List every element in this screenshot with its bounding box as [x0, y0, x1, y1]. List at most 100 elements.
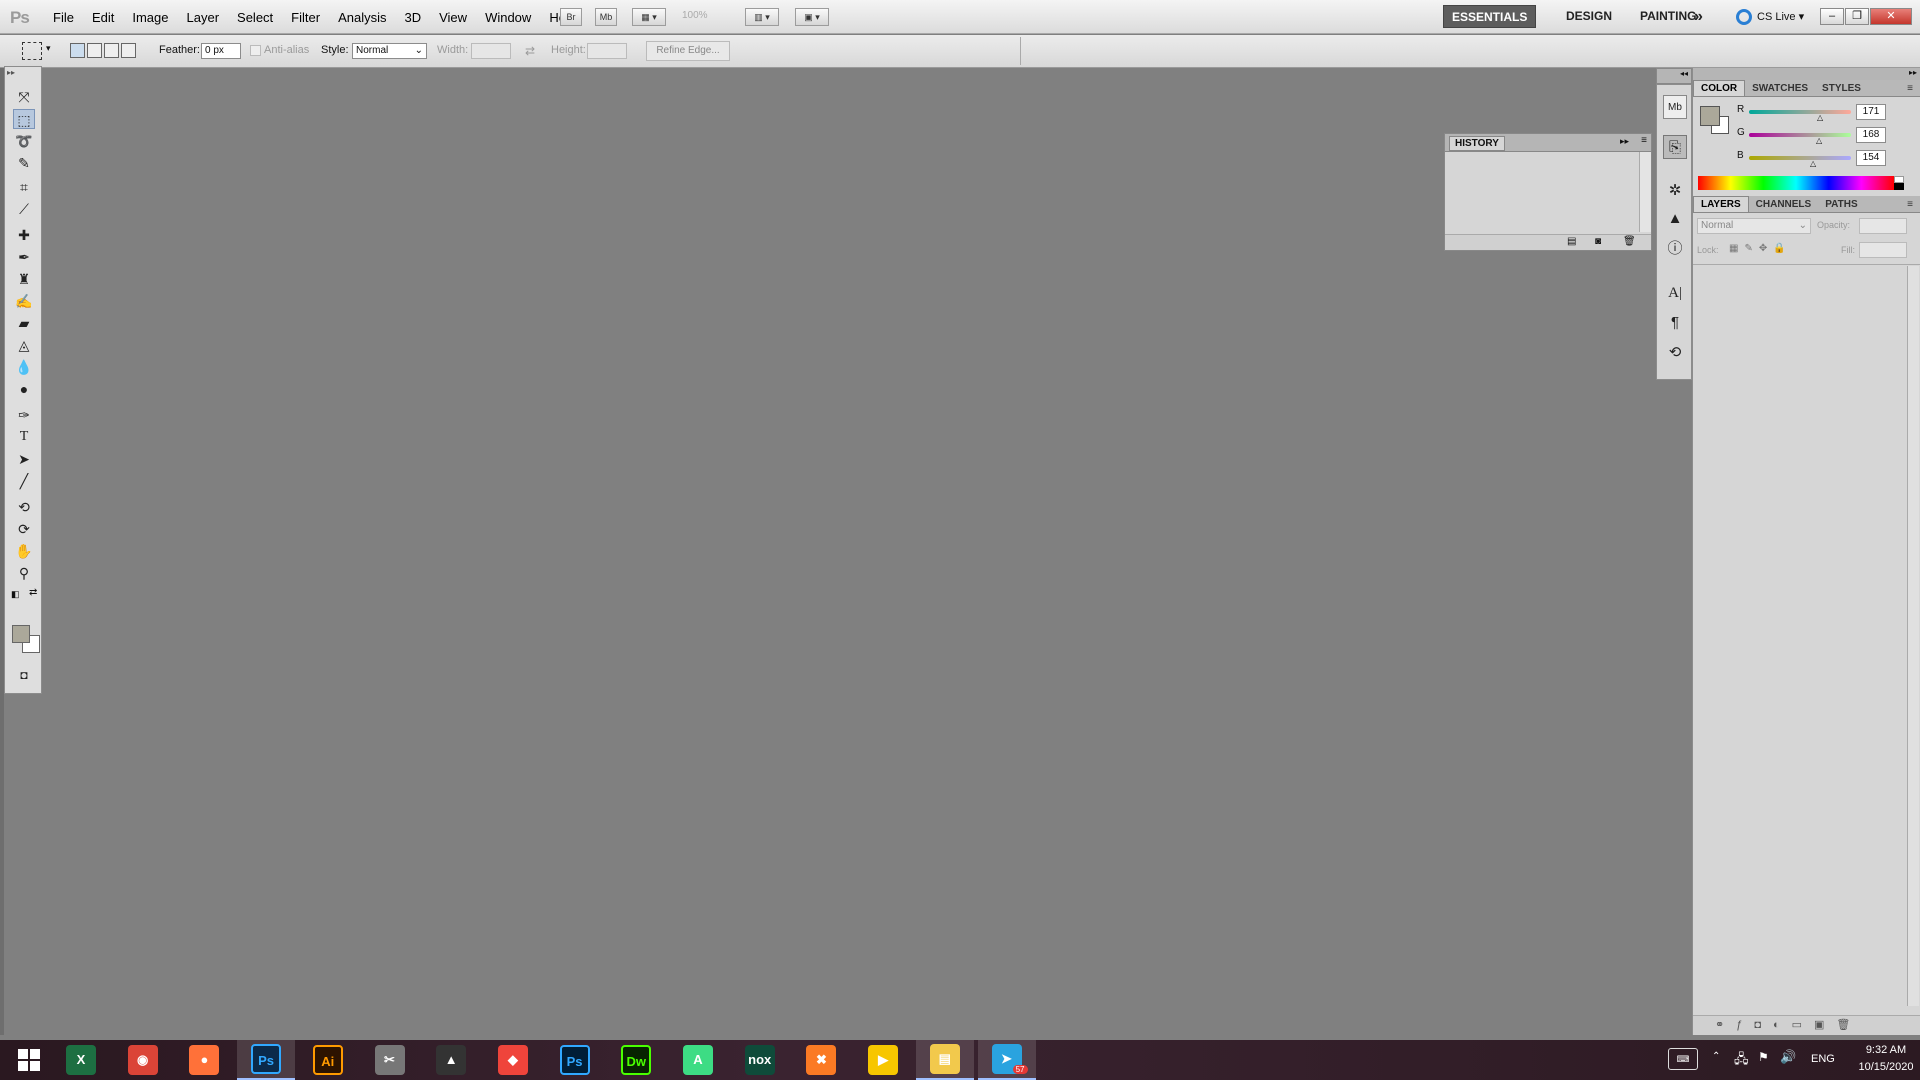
menu-file[interactable]: File	[44, 10, 83, 25]
layers-footer-icons[interactable]: ⚭ƒ◘◐▭▣🗑	[1693, 1015, 1920, 1035]
taskbar-app-telegram[interactable]: ➤ 57	[977, 1040, 1036, 1080]
restore-button[interactable]: ❐	[1845, 8, 1869, 25]
channel-g-slider[interactable]	[1749, 133, 1851, 137]
taskbar-app-illustrator[interactable]: Ai	[299, 1040, 357, 1080]
menu-layer[interactable]: Layer	[178, 10, 229, 25]
clone-source-panel-icon[interactable]: ⟲	[1663, 341, 1687, 365]
view-extras-button[interactable]: ▦ ▾	[632, 8, 666, 26]
arrange-documents-button[interactable]: ▥ ▾	[745, 8, 779, 26]
taskbar-app-nox[interactable]: nox	[731, 1040, 789, 1080]
menu-filter[interactable]: Filter	[282, 10, 329, 25]
blur-tool-icon[interactable]: 💧	[13, 357, 35, 377]
new-document-from-state-icon[interactable]: ▤	[1567, 236, 1576, 247]
clock-time[interactable]: 9:32 AM	[1856, 1044, 1916, 1056]
delete-state-icon[interactable]: 🗑	[1623, 236, 1636, 247]
rectangular-marquee-tool-icon[interactable]: ⬚	[13, 109, 35, 129]
menu-image[interactable]: Image	[123, 10, 177, 25]
start-button[interactable]	[0, 1040, 58, 1080]
quick-selection-tool-icon[interactable]: ✎	[13, 153, 35, 173]
mini-bridge-panel-icon[interactable]: Mb	[1663, 95, 1687, 119]
network-icon[interactable]: 🖧	[1734, 1050, 1749, 1072]
opacity-input[interactable]	[1859, 218, 1907, 234]
canvas-area[interactable]	[42, 68, 1656, 1035]
new-selection-icon[interactable]	[70, 43, 85, 58]
channel-b-value[interactable]: 154	[1856, 150, 1886, 166]
channel-r-slider[interactable]	[1749, 110, 1851, 114]
dodge-tool-icon[interactable]: ●	[13, 379, 35, 399]
foreground-color-swatch[interactable]	[12, 625, 30, 643]
taskbar-app-file-explorer[interactable]: ▤	[915, 1040, 974, 1080]
menu-window[interactable]: Window	[476, 10, 540, 25]
workspace-design[interactable]: DESIGN	[1558, 5, 1620, 28]
crop-tool-icon[interactable]: ⌗	[13, 177, 35, 197]
eyedropper-tool-icon[interactable]: ⟋	[13, 199, 35, 219]
screen-mode-button[interactable]: ▣ ▾	[795, 8, 829, 26]
eraser-tool-icon[interactable]: ▰	[13, 313, 35, 333]
panel-group-header[interactable]: ▸▸	[1692, 68, 1920, 80]
marquee-preset-icon[interactable]	[22, 42, 42, 60]
panel-menu-icon[interactable]: ≡	[1641, 135, 1647, 146]
collapse-panel-icon[interactable]: ▸▸	[1620, 136, 1629, 147]
taskbar-app-firefox[interactable]: ●	[175, 1040, 233, 1080]
swap-colors-icon[interactable]: ⇄	[29, 587, 37, 598]
feather-input[interactable]: 0 px	[201, 43, 241, 59]
antialias-checkbox[interactable]	[250, 45, 261, 56]
launch-bridge-button[interactable]: Br	[560, 8, 582, 26]
channel-g-value[interactable]: 168	[1856, 127, 1886, 143]
navigator-panel-icon[interactable]: ✲	[1663, 179, 1687, 203]
quick-mask-icon[interactable]: ◘	[13, 665, 35, 685]
swap-dimensions-icon[interactable]: ⇄	[525, 44, 535, 58]
taskbar-app-lighthouse[interactable]: ▲	[422, 1040, 480, 1080]
character-panel-icon[interactable]: A|	[1663, 281, 1687, 305]
tab-styles[interactable]: STYLES	[1815, 81, 1868, 96]
history-brush-tool-icon[interactable]: ✍	[13, 291, 35, 311]
intersect-selection-icon[interactable]	[121, 43, 136, 58]
workspace-more-button[interactable]: »	[1686, 5, 1711, 28]
height-input[interactable]	[587, 43, 627, 59]
clone-stamp-tool-icon[interactable]: ♜	[13, 269, 35, 289]
color-spectrum-ramp[interactable]	[1698, 176, 1894, 190]
black-swatch[interactable]	[1894, 183, 1904, 190]
pen-tool-icon[interactable]: ✑	[13, 405, 35, 425]
taskbar-app-android-studio[interactable]: A	[669, 1040, 727, 1080]
history-scrollbar[interactable]	[1639, 152, 1651, 232]
slider-thumb-icon[interactable]: △	[1817, 113, 1823, 122]
channel-r-value[interactable]: 171	[1856, 104, 1886, 120]
hand-tool-icon[interactable]: ✋	[13, 541, 35, 561]
line-tool-icon[interactable]: ╱	[13, 471, 35, 491]
brush-tool-icon[interactable]: ✒	[13, 247, 35, 267]
taskbar-app-anydesk[interactable]: ◆	[484, 1040, 542, 1080]
channel-b-slider[interactable]	[1749, 156, 1851, 160]
menu-3d[interactable]: 3D	[395, 10, 430, 25]
launch-mini-bridge-button[interactable]: Mb	[595, 8, 617, 26]
menu-view[interactable]: View	[430, 10, 476, 25]
taskbar-app-xampp[interactable]: ✖	[792, 1040, 850, 1080]
info-panel-icon[interactable]: ⓘ	[1663, 237, 1687, 261]
add-selection-icon[interactable]	[87, 43, 102, 58]
volume-icon[interactable]: 🔊	[1780, 1049, 1796, 1065]
blend-mode-select[interactable]: Normal ⌄	[1697, 218, 1811, 234]
new-snapshot-icon[interactable]: ◙	[1595, 236, 1601, 247]
lasso-tool-icon[interactable]: ➰	[13, 131, 35, 151]
spot-healing-tool-icon[interactable]: ✚	[13, 225, 35, 245]
default-colors-icon[interactable]: ◧	[11, 589, 20, 600]
history-panel-icon[interactable]: ⎘	[1663, 135, 1687, 159]
taskbar-app-photoshop[interactable]: Ps	[237, 1040, 296, 1080]
histogram-panel-icon[interactable]: ▲	[1663, 207, 1687, 231]
close-button[interactable]: ✕	[1870, 8, 1912, 25]
menu-analysis[interactable]: Analysis	[329, 10, 395, 25]
color-foreground-swatch[interactable]	[1700, 106, 1720, 126]
tab-swatches[interactable]: SWATCHES	[1745, 81, 1815, 96]
tab-paths[interactable]: PATHS	[1818, 197, 1864, 212]
collapse-toolbox-icon[interactable]: ▸▸	[7, 68, 15, 77]
taskbar-app-photoshop[interactable]: Ps	[546, 1040, 604, 1080]
chevron-down-icon[interactable]: ▾	[46, 43, 51, 54]
slider-thumb-icon[interactable]: △	[1810, 159, 1816, 168]
taskbar-app-excel[interactable]: X	[52, 1040, 110, 1080]
menu-edit[interactable]: Edit	[83, 10, 123, 25]
clock-date[interactable]: 10/15/2020	[1856, 1061, 1916, 1073]
language-indicator[interactable]: ENG	[1811, 1053, 1835, 1065]
fill-input[interactable]	[1859, 242, 1907, 258]
taskbar-app-snipping-tool[interactable]: ✂	[361, 1040, 419, 1080]
path-selection-tool-icon[interactable]: ➤	[13, 449, 35, 469]
